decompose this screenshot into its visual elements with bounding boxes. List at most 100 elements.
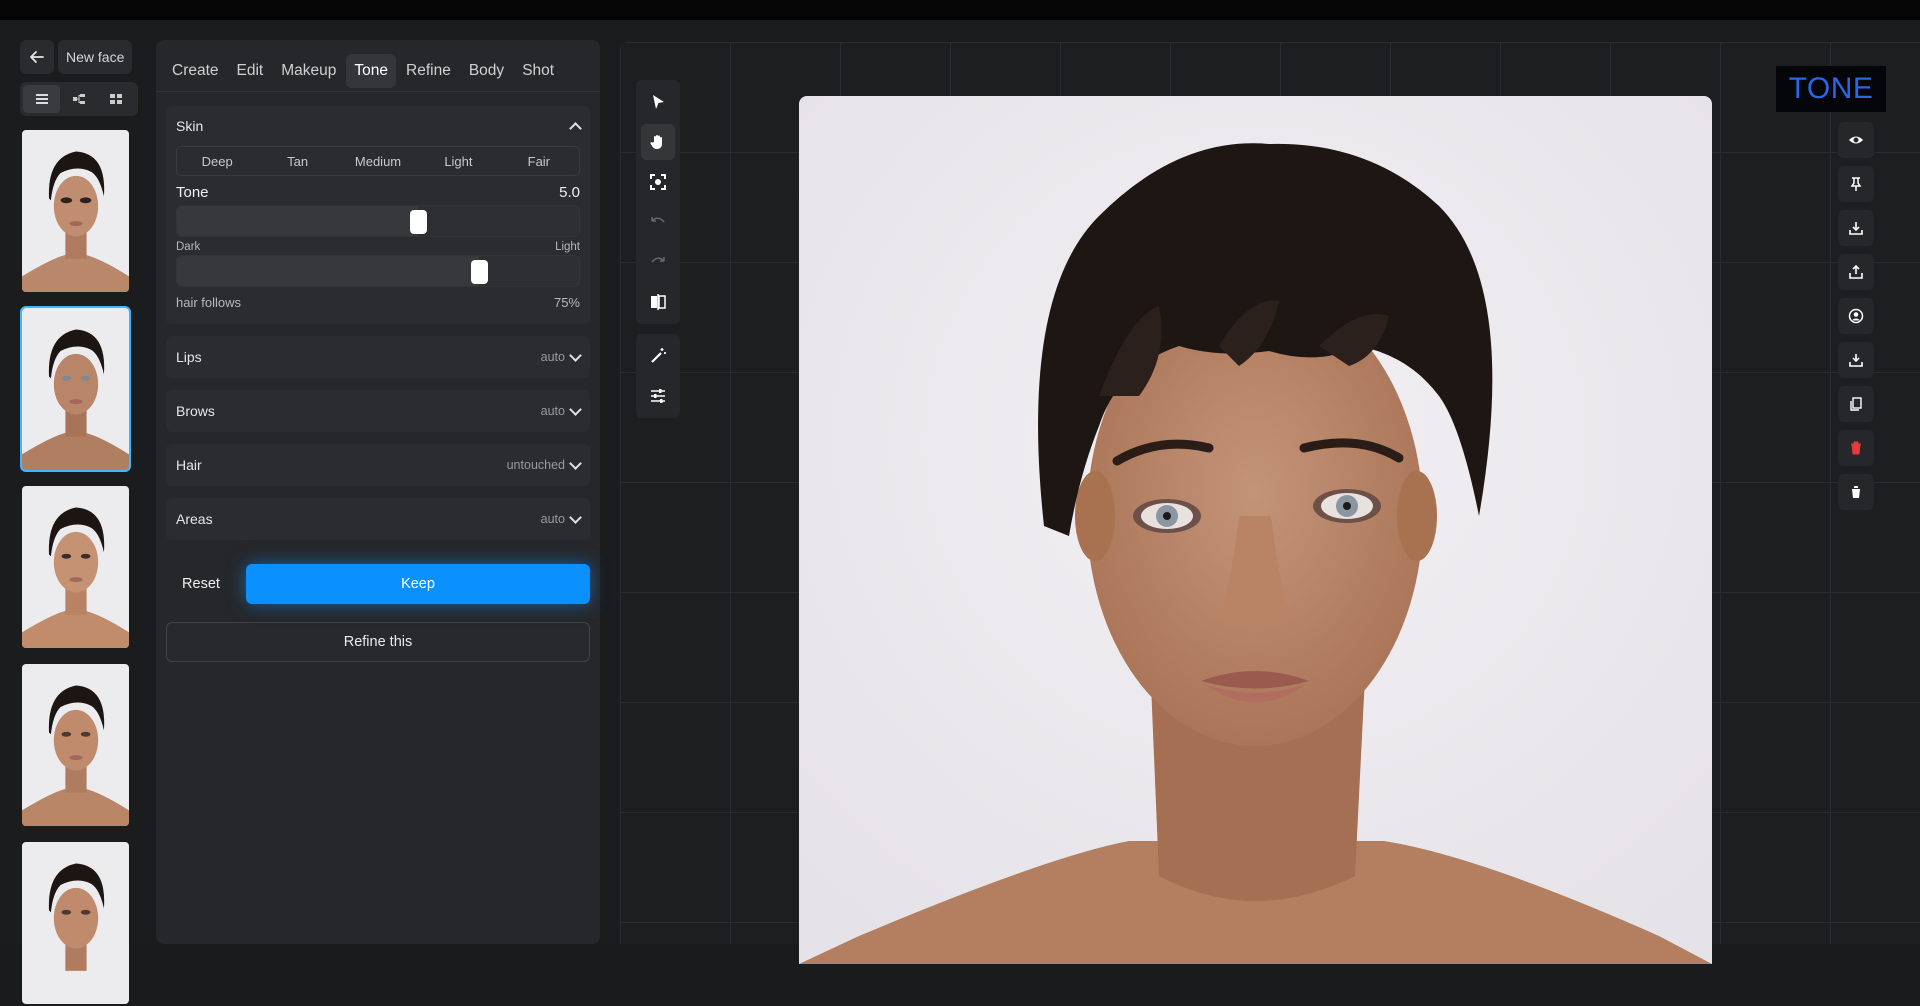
areas-value: auto [540,512,565,526]
delete-version-button[interactable] [1838,430,1874,466]
view-mode-switcher [20,82,138,116]
skin-section-title: Skin [176,118,204,134]
hair-follows-label: hair follows [176,295,242,310]
eye-icon [1849,136,1863,144]
tone-slider-fill [177,206,419,236]
thumbnail-4[interactable] [20,662,131,828]
lips-value: auto [540,350,565,364]
header-row: New face [20,40,142,74]
lips-section[interactable]: Lips auto [166,336,590,378]
download-button[interactable] [1838,210,1874,246]
tone-value: 5.0 [559,184,580,201]
portrait-photo [799,96,1712,964]
mode-badge: TONE [1776,66,1886,112]
brows-value: auto [540,404,565,418]
tab-refine[interactable]: Refine [398,54,459,88]
window-top-bar [0,0,1920,20]
profile-button[interactable] [1838,298,1874,334]
preset-medium[interactable]: Medium [338,147,418,175]
tab-edit[interactable]: Edit [229,54,272,88]
undo-icon [651,217,665,223]
preset-deep[interactable]: Deep [177,147,257,175]
list-view-button[interactable] [23,85,61,113]
hand-tool[interactable] [641,124,675,160]
tab-shot[interactable]: Shot [514,54,562,88]
share-icon [1849,264,1863,279]
range-min-label: Dark [176,241,201,253]
share-button[interactable] [1838,254,1874,290]
copy-icon [1850,397,1862,411]
adjust-tool[interactable] [641,378,675,414]
tree-view-button[interactable] [60,85,97,113]
tone-range-labels: Dark Light [176,241,580,253]
keep-button[interactable]: Keep [246,564,590,604]
primary-tool-group [636,80,680,324]
brows-section[interactable]: Brows auto [166,390,590,432]
preset-fair[interactable]: Fair [499,147,579,175]
select-arrow-icon [653,95,664,109]
visibility-button[interactable] [1838,122,1874,158]
grid-view-button[interactable] [98,85,135,113]
main-portrait-image [799,96,1712,964]
focus-tool[interactable] [641,164,675,200]
compare-button[interactable] [641,284,675,320]
pin-button[interactable] [1838,166,1874,202]
skin-section-header[interactable]: Skin [176,106,582,146]
editor-panel: Create Edit Makeup Tone Refine Body Shot… [156,40,600,944]
portrait-thumbnail-image [22,308,129,470]
hair-follows-slider-fill [177,256,479,286]
lips-label: Lips [176,349,202,365]
copy-button[interactable] [1838,386,1874,422]
undo-button[interactable] [641,204,675,240]
brows-label: Brows [176,403,215,419]
delete-red-icon [1851,441,1861,455]
secondary-tool-group [636,334,680,418]
tab-tone[interactable]: Tone [346,53,397,88]
hair-follows-slider[interactable] [176,255,580,287]
reset-button[interactable]: Reset [166,564,236,604]
redo-icon [651,257,665,263]
list-view-icon [35,94,48,104]
tab-makeup[interactable]: Makeup [273,54,344,88]
thumbnail-3[interactable] [20,484,131,650]
project-title: New face [58,40,133,74]
save-button[interactable] [1838,342,1874,378]
download-icon [1849,222,1863,235]
focus-frame-icon [650,174,666,190]
preset-tan[interactable]: Tan [257,147,337,175]
areas-section[interactable]: Areas auto [166,498,590,540]
thumbnail-2[interactable] [20,306,131,472]
back-button[interactable] [20,40,54,74]
hair-section[interactable]: Hair untouched [166,444,590,486]
preset-light[interactable]: Light [418,147,498,175]
profile-icon [1848,308,1864,324]
hair-follows-value: 75% [553,295,580,310]
arrow-left-icon [30,51,44,63]
portrait-thumbnail-image [22,664,129,826]
right-toolbar [1838,122,1876,510]
tab-create[interactable]: Create [164,54,227,88]
tab-bar: Create Edit Makeup Tone Refine Body Shot [156,40,600,92]
app-root: New face Create Edit Makeup Tone Refine … [0,20,1920,1004]
range-max-label: Light [555,241,580,253]
refine-this-button[interactable]: Refine this [166,622,590,662]
hair-label: Hair [176,457,202,473]
hand-pan-icon [650,135,662,149]
magic-wand-tool[interactable] [641,338,675,374]
trash-button[interactable] [1838,474,1874,510]
portrait-thumbnail-image [22,486,129,648]
redo-button[interactable] [641,244,675,280]
select-tool[interactable] [641,84,675,120]
tab-body[interactable]: Body [461,54,512,88]
thumbnail-1[interactable] [20,128,131,294]
chevron-down-icon [569,348,582,362]
chevron-up-icon [569,121,582,135]
hair-follows-slider-handle[interactable] [470,260,488,284]
save-icon [1849,354,1863,367]
portrait-thumbnail-image [22,842,129,1004]
tone-slider[interactable] [176,205,580,237]
chevron-down-icon [569,510,582,524]
thumbnail-5[interactable] [20,840,131,1006]
pin-icon [1850,177,1862,191]
tone-slider-handle[interactable] [410,210,428,234]
